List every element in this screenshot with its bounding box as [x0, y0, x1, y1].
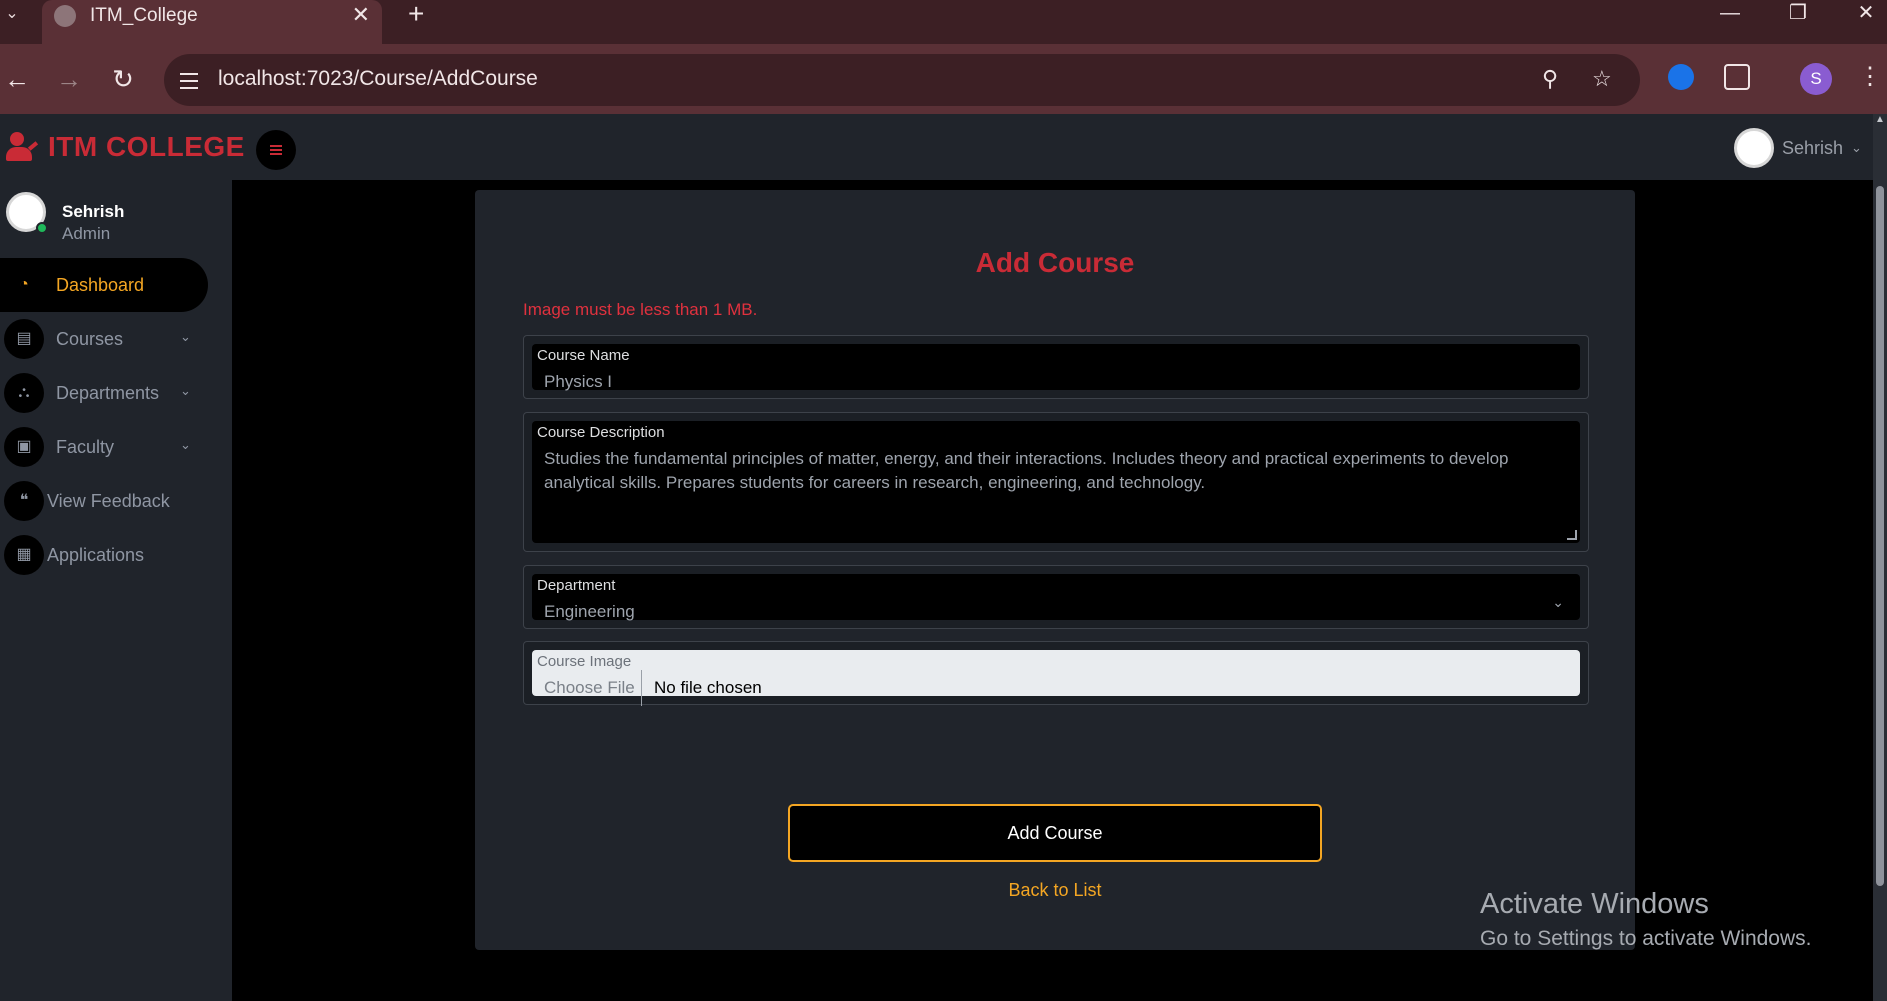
globe-icon — [54, 5, 76, 27]
comments-icon: ❝ — [4, 481, 44, 521]
department-group: Department Engineering ⌄ — [523, 565, 1589, 629]
watermark-subtitle: Go to Settings to activate Windows. — [1480, 927, 1812, 950]
chevron-down-icon: ⌄ — [1851, 140, 1862, 155]
course-name-group: Course Name Physics I — [523, 335, 1589, 399]
course-description-group: Course Description Studies the fundament… — [523, 412, 1589, 552]
watermark-title: Activate Windows — [1480, 888, 1709, 920]
reload-icon[interactable]: ↻ — [106, 64, 140, 94]
app-header: ITM COLLEGE Sehrish ⌄ — [0, 114, 1887, 180]
site-settings-icon[interactable] — [176, 68, 202, 92]
scroll-up-icon[interactable]: ▲ — [1875, 114, 1885, 125]
dashboard-icon: ◔ — [4, 265, 44, 305]
course-image-label: Course Image — [537, 653, 632, 670]
add-course-card: Add Course Image must be less than 1 MB.… — [475, 190, 1635, 950]
sidebar-item-label: Dashboard — [56, 274, 145, 295]
tab-search-chevron-icon[interactable]: ⌄ — [0, 0, 24, 30]
course-image-file-input[interactable]: Course Image Choose File No file chosen — [532, 650, 1580, 706]
chevron-down-icon: ⌄ — [180, 437, 191, 452]
course-name-value: Physics I — [544, 372, 613, 391]
choose-file-button[interactable]: Choose File — [544, 678, 635, 698]
sidebar: Sehrish Admin ◔ Dashboard ▤ Courses ⌄ ⛬ … — [0, 180, 232, 1001]
resize-handle-icon[interactable] — [1567, 530, 1577, 540]
brand-logo[interactable]: ITM COLLEGE — [6, 129, 245, 165]
sidebar-item-applications[interactable]: ▦ Applications — [0, 528, 208, 582]
new-tab-button[interactable]: + — [408, 0, 424, 28]
sidebar-item-label: View Feedback — [47, 490, 170, 511]
file-input-divider — [641, 670, 642, 706]
sidebar-item-label: Faculty — [56, 436, 115, 457]
course-name-label: Course Name — [537, 347, 630, 364]
sidebar-item-faculty[interactable]: ▣ Faculty ⌄ — [0, 420, 208, 474]
back-to-list-link[interactable]: Back to List — [475, 880, 1635, 901]
chevron-down-icon: ⌄ — [1552, 594, 1564, 610]
sidebar-item-dashboard[interactable]: ◔ Dashboard — [0, 258, 208, 312]
sidebar-item-view-feedback[interactable]: ❝ View Feedback — [0, 474, 208, 528]
chevron-down-icon: ⌄ — [180, 383, 191, 398]
sidebar-item-courses[interactable]: ▤ Courses ⌄ — [0, 312, 208, 366]
address-bar[interactable]: localhost:7023/Course/AddCourse ⚲ ☆ — [164, 54, 1640, 106]
page-title: Add Course — [975, 247, 1135, 278]
sidebar-user-role: Admin — [62, 224, 111, 243]
browser-tab-bar: ⌄ ITM_College ✕ + — ❐ ✕ — [0, 0, 1887, 44]
browser-menu-icon[interactable]: ⋮ — [1858, 62, 1882, 91]
profile-avatar[interactable]: S — [1800, 63, 1832, 95]
forward-arrow-icon[interactable]: → — [52, 64, 86, 94]
back-arrow-icon[interactable]: ← — [0, 64, 34, 94]
tab-close-icon[interactable]: ✕ — [352, 2, 370, 28]
online-status-dot — [36, 222, 48, 234]
sidebar-item-departments[interactable]: ⛬ Departments ⌄ — [0, 366, 208, 420]
file-icon: ▦ — [4, 535, 44, 575]
sidebar-item-label: Applications — [47, 544, 145, 565]
restore-icon[interactable]: ❐ — [1778, 0, 1818, 26]
browser-tab[interactable]: ITM_College ✕ — [42, 0, 382, 44]
page-scrollbar[interactable]: ▲ — [1873, 114, 1887, 1001]
course-image-group: Course Image Choose File No file chosen — [523, 641, 1589, 706]
book-icon: ▤ — [4, 319, 44, 359]
course-description-label: Course Description — [537, 424, 665, 441]
add-course-button[interactable]: Add Course — [788, 804, 1322, 862]
validation-error: Image must be less than 1 MB. — [523, 300, 758, 319]
department-label: Department — [537, 577, 616, 594]
sidebar-item-label: Courses — [56, 328, 124, 349]
scrollbar-thumb[interactable] — [1876, 186, 1884, 886]
file-status-text: No file chosen — [654, 678, 762, 697]
bookmark-star-icon[interactable]: ☆ — [1592, 66, 1612, 92]
department-select[interactable]: Department Engineering ⌄ — [532, 574, 1580, 621]
department-value: Engineering — [544, 602, 635, 621]
header-user-name: Sehrish — [1782, 137, 1844, 158]
user-menu[interactable]: Sehrish ⌄ — [1734, 128, 1862, 168]
minimize-icon[interactable]: — — [1710, 0, 1750, 26]
sidebar-toggle-button[interactable] — [256, 130, 296, 170]
window-close-icon[interactable]: ✕ — [1846, 0, 1886, 26]
teacher-icon: ▣ — [4, 427, 44, 467]
course-description-value: Studies the fundamental principles of ma… — [544, 449, 1509, 492]
user-edit-icon — [6, 132, 40, 162]
course-name-input[interactable]: Course Name Physics I — [532, 344, 1580, 391]
sidebar-item-label: Departments — [56, 382, 160, 403]
browser-toolbar: ← → ↻ localhost:7023/Course/AddCourse ⚲ … — [0, 44, 1887, 114]
sitemap-icon: ⛬ — [4, 373, 44, 413]
extension-iq-icon[interactable] — [1668, 64, 1694, 90]
activate-windows-watermark: Activate Windows Go to Settings to activ… — [1480, 888, 1812, 951]
url-text[interactable]: localhost:7023/Course/AddCourse — [218, 67, 538, 91]
extensions-puzzle-icon[interactable] — [1724, 64, 1750, 90]
tab-title: ITM_College — [90, 5, 198, 26]
course-description-textarea[interactable]: Course Description Studies the fundament… — [532, 421, 1580, 543]
avatar — [1734, 128, 1774, 168]
sidebar-user-name: Sehrish — [62, 202, 125, 221]
brand-name: ITM COLLEGE — [48, 131, 245, 162]
zoom-icon[interactable]: ⚲ — [1542, 66, 1558, 92]
main-content: Add Course Image must be less than 1 MB.… — [232, 180, 1873, 1001]
chevron-down-icon: ⌄ — [180, 329, 191, 344]
